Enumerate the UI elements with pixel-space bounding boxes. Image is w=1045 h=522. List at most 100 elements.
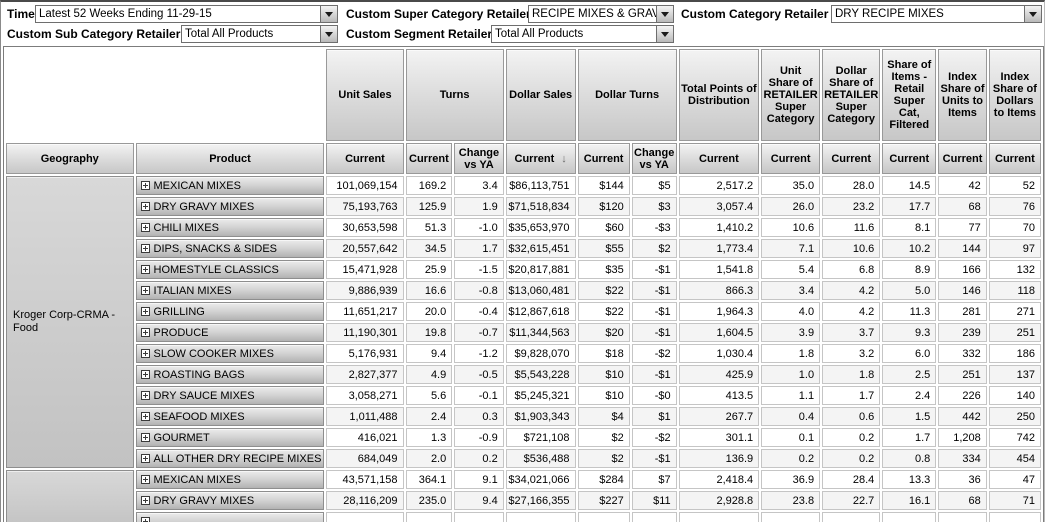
category-select[interactable]: DRY RECIPE MIXES [831, 5, 1042, 23]
product-cell[interactable] [136, 512, 325, 522]
col-group-index-units[interactable]: Index Share of Units to Items [938, 49, 987, 141]
expand-icon[interactable] [141, 349, 150, 358]
product-cell[interactable]: DIPS, SNACKS & SIDES [136, 239, 325, 258]
expand-icon[interactable] [141, 328, 150, 337]
expand-icon[interactable] [141, 265, 150, 274]
sub-category-select[interactable]: Total All Products [181, 25, 338, 43]
expand-icon[interactable] [141, 496, 150, 505]
product-cell[interactable]: SEAFOOD MIXES [136, 407, 325, 426]
table-row: DRY GRAVY MIXES 28,116,209235.09.4$27,16… [6, 491, 1041, 510]
value-cell: $86,113,751 [506, 176, 576, 195]
expand-icon[interactable] [141, 475, 150, 484]
value-cell: 5,176,931 [326, 344, 403, 363]
value-cell: 7.1 [761, 239, 820, 258]
col-group-dollar-turns[interactable]: Dollar Turns [578, 49, 677, 141]
table-row: MEXICAN MIXES 43,571,158364.19.1$34,021,… [6, 470, 1041, 489]
expand-icon[interactable] [141, 307, 150, 316]
value-cell: 13.3 [882, 470, 936, 489]
value-cell: -0.7 [454, 323, 503, 342]
sub-header-turns-current[interactable]: Current [406, 143, 453, 174]
col-group-unit-share[interactable]: Unit Share of RETAILER Super Category [761, 49, 820, 141]
product-cell[interactable]: CHILI MIXES [136, 218, 325, 237]
expand-icon[interactable] [141, 454, 150, 463]
product-cell[interactable]: GRILLING [136, 302, 325, 321]
col-group-total-points-distribution[interactable]: Total Points of Distribution [679, 49, 760, 141]
product-cell[interactable]: DRY GRAVY MIXES [136, 491, 325, 510]
value-cell [822, 512, 880, 522]
value-cell: -0.1 [454, 386, 503, 405]
value-cell: 0.1 [761, 428, 820, 447]
sub-header-dollar-share-current[interactable]: Current [822, 143, 880, 174]
value-cell: $55 [578, 239, 630, 258]
value-cell: -$1 [632, 281, 677, 300]
dropdown-arrow-icon[interactable] [656, 6, 673, 22]
expand-icon[interactable] [141, 517, 150, 522]
time-select-value: Latest 52 Weeks Ending 11-29-15 [36, 8, 212, 20]
product-cell[interactable]: ITALIAN MIXES [136, 281, 325, 300]
value-cell: 250 [989, 407, 1041, 426]
product-cell[interactable]: ALL OTHER DRY RECIPE MIXES [136, 449, 325, 468]
sub-header-unit-share-current[interactable]: Current [761, 143, 820, 174]
value-cell: 1.7 [822, 386, 880, 405]
expand-icon[interactable] [141, 433, 150, 442]
sub-header-share-items-current[interactable]: Current [882, 143, 936, 174]
value-cell: $71,518,834 [506, 197, 576, 216]
expand-icon[interactable] [141, 202, 150, 211]
col-group-dollar-sales[interactable]: Dollar Sales [506, 49, 576, 141]
product-cell[interactable]: DRY GRAVY MIXES [136, 197, 325, 216]
product-cell[interactable]: MEXICAN MIXES [136, 176, 325, 195]
product-cell[interactable]: PRODUCE [136, 323, 325, 342]
sub-header-turns-change[interactable]: Change vs YA [454, 143, 503, 174]
sort-desc-icon[interactable]: ↓ [561, 153, 567, 165]
value-cell [326, 512, 403, 522]
product-cell[interactable]: ROASTING BAGS [136, 365, 325, 384]
value-cell: 281 [938, 302, 987, 321]
col-group-share-of-items[interactable]: Share of Items - Retail Super Cat, Filte… [882, 49, 936, 141]
product-label: MEXICAN MIXES [154, 474, 241, 486]
expand-icon[interactable] [141, 223, 150, 232]
sub-header-dollar-turns-change[interactable]: Change vs YA [632, 143, 677, 174]
product-cell[interactable]: GOURMET [136, 428, 325, 447]
value-cell: 0.6 [822, 407, 880, 426]
product-cell[interactable]: DRY SAUCE MIXES [136, 386, 325, 405]
product-header[interactable]: Product [136, 143, 325, 174]
time-select[interactable]: Latest 52 Weeks Ending 11-29-15 [35, 5, 338, 23]
value-cell: 0.2 [761, 449, 820, 468]
product-cell[interactable]: MEXICAN MIXES [136, 470, 325, 489]
col-group-unit-sales[interactable]: Unit Sales [326, 49, 403, 141]
col-group-index-dollars[interactable]: Index Share of Dollars to Items [989, 49, 1041, 141]
sub-header-tpd-current[interactable]: Current [679, 143, 760, 174]
sub-header-index-dollars-current[interactable]: Current [989, 143, 1041, 174]
col-group-dollar-share[interactable]: Dollar Share of RETAILER Super Category [822, 49, 880, 141]
expand-icon[interactable] [141, 244, 150, 253]
value-cell: $5,543,228 [506, 365, 576, 384]
value-cell: 42 [938, 176, 987, 195]
expand-icon[interactable] [141, 286, 150, 295]
value-cell: -0.9 [454, 428, 503, 447]
filter-bar: Time Latest 52 Weeks Ending 11-29-15 Cus… [1, 2, 1044, 46]
super-category-select[interactable]: RECIPE MIXES & GRAVY [528, 5, 674, 23]
dropdown-arrow-icon[interactable] [656, 26, 673, 42]
value-cell: 1,773.4 [679, 239, 760, 258]
dropdown-arrow-icon[interactable] [320, 6, 337, 22]
product-label: PRODUCE [154, 327, 209, 339]
value-cell: 19.8 [406, 323, 453, 342]
product-cell[interactable]: SLOW COOKER MIXES [136, 344, 325, 363]
dropdown-arrow-icon[interactable] [320, 26, 337, 42]
dropdown-arrow-icon[interactable] [1024, 6, 1041, 22]
col-group-turns[interactable]: Turns [406, 49, 504, 141]
expand-icon[interactable] [141, 391, 150, 400]
expand-icon[interactable] [141, 412, 150, 421]
sub-header-dollar-sales-current[interactable]: Current↓ [506, 143, 576, 174]
sub-header-index-units-current[interactable]: Current [938, 143, 987, 174]
sub-header-dollar-turns-current[interactable]: Current [578, 143, 630, 174]
sub-header-unit-sales-current[interactable]: Current [326, 143, 403, 174]
value-cell: $227 [578, 491, 630, 510]
segment-select[interactable]: Total All Products [491, 25, 674, 43]
geography-header[interactable]: Geography [6, 143, 134, 174]
expand-icon[interactable] [141, 370, 150, 379]
expand-icon[interactable] [141, 181, 150, 190]
value-cell: 425.9 [679, 365, 760, 384]
value-cell [989, 512, 1041, 522]
product-cell[interactable]: HOMESTYLE CLASSICS [136, 260, 325, 279]
